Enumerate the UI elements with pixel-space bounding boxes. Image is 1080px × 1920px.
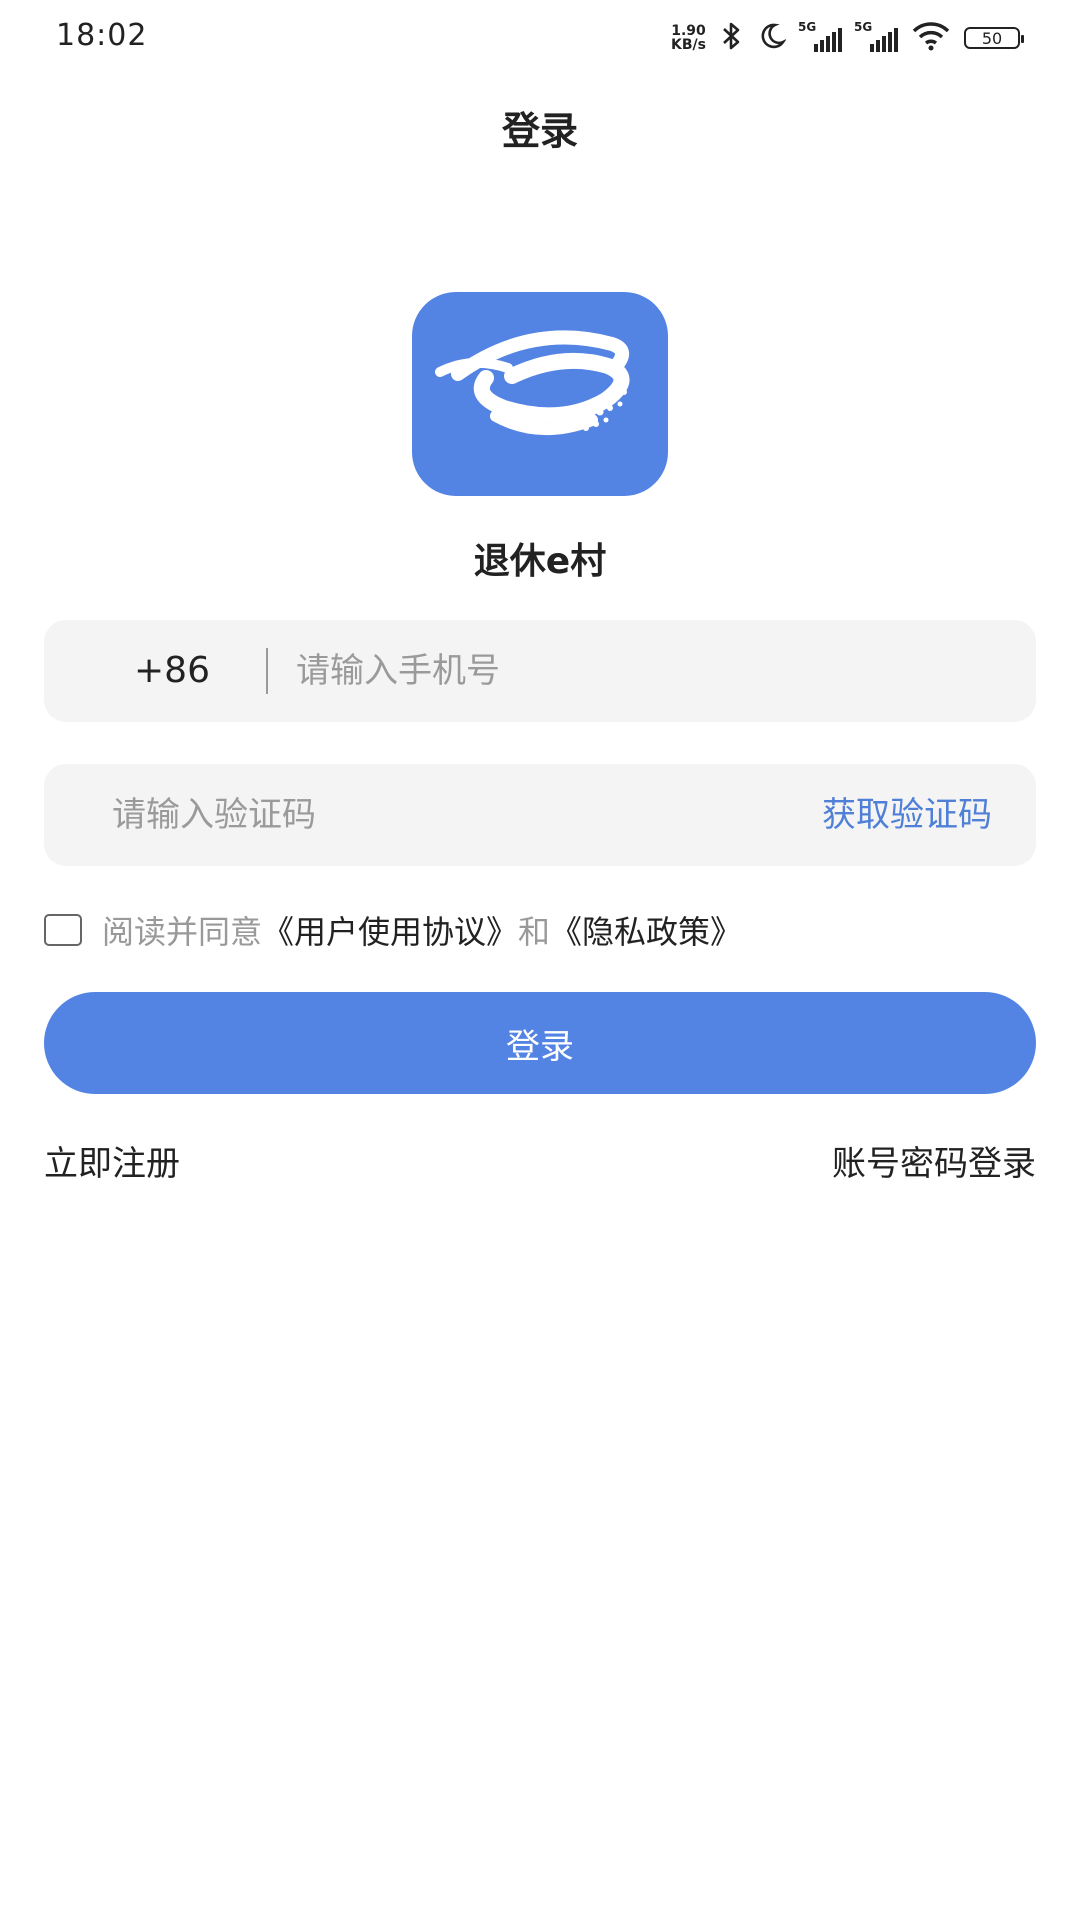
signal-2-label: 5G [854, 20, 873, 34]
phone-field: +86 [44, 620, 1036, 722]
net-speed-value: 1.90 [671, 23, 706, 39]
battery-icon: 50 [964, 27, 1024, 49]
net-speed: 1.90 KB/s [671, 24, 706, 52]
prefix-divider [266, 648, 268, 694]
wifi-icon [912, 21, 950, 55]
cellular-signal-2-icon: 5G [854, 20, 898, 52]
bluetooth-icon [720, 21, 744, 55]
login-button[interactable]: 登录 [44, 992, 1036, 1094]
verification-code-input[interactable] [112, 764, 712, 866]
net-speed-unit: KB/s [671, 37, 706, 53]
do-not-disturb-moon-icon [758, 22, 787, 54]
user-agreement-link[interactable]: 《用户使用协议》 [262, 907, 518, 953]
register-link[interactable]: 立即注册 [44, 1136, 180, 1185]
page-title: 登录 [501, 109, 578, 153]
status-bar: 18:02 1.90 KB/s 5G 5G 50 [0, 0, 1080, 74]
agreement-prefix-text: 阅读并同意 [102, 913, 263, 951]
status-icons: 1.90 KB/s 5G 5G 50 [671, 18, 1024, 58]
cellular-signal-1-icon: 5G [798, 20, 842, 52]
password-login-link[interactable]: 账号密码登录 [832, 1136, 1036, 1185]
privacy-policy-link[interactable]: 《隐私政策》 [550, 907, 742, 953]
signal-1-label: 5G [798, 20, 817, 34]
agreement-row: 阅读并同意 《用户使用协议》 和 《隐私政策》 [44, 908, 742, 952]
battery-level: 50 [981, 28, 1003, 48]
verification-code-field: 获取验证码 [44, 764, 1036, 866]
agreement-checkbox[interactable] [44, 914, 82, 946]
status-time: 18:02 [56, 18, 148, 53]
country-code-prefix[interactable]: +86 [134, 620, 210, 722]
phone-input[interactable] [296, 620, 996, 722]
app-name: 退休e村 [473, 541, 607, 582]
app-logo-icon [412, 292, 668, 496]
get-code-button[interactable]: 获取验证码 [822, 764, 992, 866]
agreement-conjunction: 和 [518, 913, 551, 951]
